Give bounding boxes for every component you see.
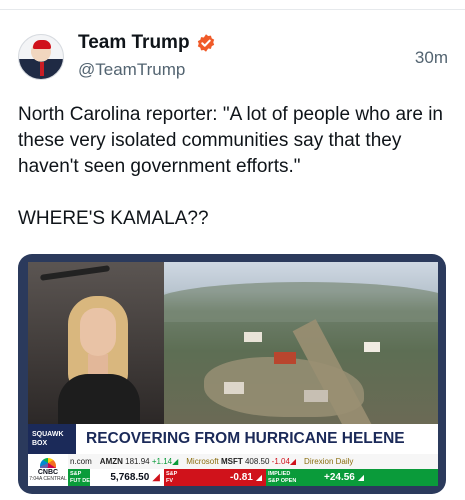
building	[274, 352, 296, 364]
implied-open-value: +24.56 ◢	[318, 469, 438, 486]
show-badge: SQUAWK BOX	[28, 424, 76, 454]
mountain-ridge	[164, 282, 438, 322]
implied-open-label: IMPLIED S&P OPEN	[266, 469, 318, 486]
reporter-body	[58, 374, 140, 424]
implied-label-2: S&P OPEN	[268, 478, 297, 484]
down-arrow-icon: ◢	[289, 457, 297, 466]
lower-third-banner: SQUAWK BOX RECOVERING FROM HURRICANE HEL…	[28, 424, 438, 454]
name-row: Team Trump	[78, 32, 216, 54]
user-handle[interactable]: @TeamTrump	[78, 60, 185, 80]
stock-price: 408.50	[244, 457, 270, 466]
building	[304, 390, 328, 402]
aerial-flood-footage	[164, 262, 438, 424]
ceiling-fan	[39, 265, 111, 281]
top-divider	[0, 0, 465, 10]
stock-change: +1.14	[151, 457, 173, 466]
sp-fv-value: -0.81 ◢	[186, 469, 266, 486]
post-text-question: WHERE'S KAMALA??	[18, 208, 209, 229]
implied-label-1: IMPLIED	[268, 471, 291, 477]
stock-company: Microsoft	[186, 457, 219, 466]
down-arrow-icon: ◢	[255, 473, 262, 482]
network-logo: CNBC 7:04A CENTRAL	[28, 454, 68, 486]
reporter-face	[80, 308, 116, 356]
up-arrow-icon: ◢	[357, 473, 365, 482]
peacock-icon	[40, 458, 56, 468]
stock-change: -1.04	[271, 457, 290, 466]
stock-ticker: CNBC 7:04A CENTRAL n.com AMZN 181.94 +1.…	[28, 454, 438, 486]
stock-symbol: MSFT	[220, 457, 243, 466]
reporter-video-pane	[28, 262, 164, 424]
video-media[interactable]: SQUAWK BOX RECOVERING FROM HURRICANE HEL…	[18, 254, 446, 494]
stock-price: 181.94	[125, 457, 150, 466]
stock-crawl: n.com AMZN 181.94 +1.14◢ Microsoft MSFT …	[68, 454, 438, 469]
avatar-tie	[40, 62, 44, 76]
building	[364, 342, 380, 352]
sp-fut-label: S&P FUT DEC	[68, 469, 94, 486]
show-badge-line-2: BOX	[32, 440, 48, 447]
network-time: 7:04A CENTRAL	[29, 476, 67, 482]
index-bar: S&P FUT DEC 5,768.50 ◢ S&P FV -0.81 ◢ IM…	[68, 469, 438, 486]
sp-fut-label-1: S&P	[70, 471, 82, 477]
headline: RECOVERING FROM HURRICANE HELENE	[86, 430, 405, 447]
sp-fut-value-text: 5,768.50	[110, 472, 150, 483]
avatar-cap	[33, 40, 51, 49]
sp-fv-label-2: FV	[166, 478, 174, 484]
stock-company: Direxion Daily	[304, 457, 354, 466]
stock-symbol: AMZN	[99, 457, 123, 466]
building	[224, 382, 244, 394]
post-body: North Carolina reporter: "A lot of peopl…	[18, 102, 448, 232]
post-text-quote: North Carolina reporter: "A lot of peopl…	[18, 104, 443, 177]
sp-fv-label: S&P FV	[164, 469, 186, 486]
show-badge-line-1: SQUAWK	[32, 431, 64, 438]
sp-fv-label-1: S&P	[166, 471, 178, 477]
up-arrow-icon: ◢	[172, 457, 179, 466]
sp-fut-value: 5,768.50 ◢	[90, 469, 164, 486]
network-name: CNBC	[37, 469, 59, 476]
stock-prefix: n.com	[70, 457, 92, 466]
display-name[interactable]: Team Trump	[78, 32, 190, 54]
sp-fut-label-2: FUT DEC	[70, 478, 94, 484]
down-arrow-icon: ◢	[152, 472, 160, 483]
avatar[interactable]	[18, 34, 64, 80]
verified-badge-icon	[197, 34, 214, 52]
implied-value-text: +24.56	[324, 472, 355, 483]
broadcast-frame: SQUAWK BOX RECOVERING FROM HURRICANE HEL…	[28, 262, 438, 486]
building	[244, 332, 262, 342]
sp-fv-value-text: -0.81	[230, 472, 253, 483]
post-header: Team Trump @TeamTrump 30m	[18, 30, 448, 86]
post-timestamp[interactable]: 30m	[415, 48, 448, 68]
